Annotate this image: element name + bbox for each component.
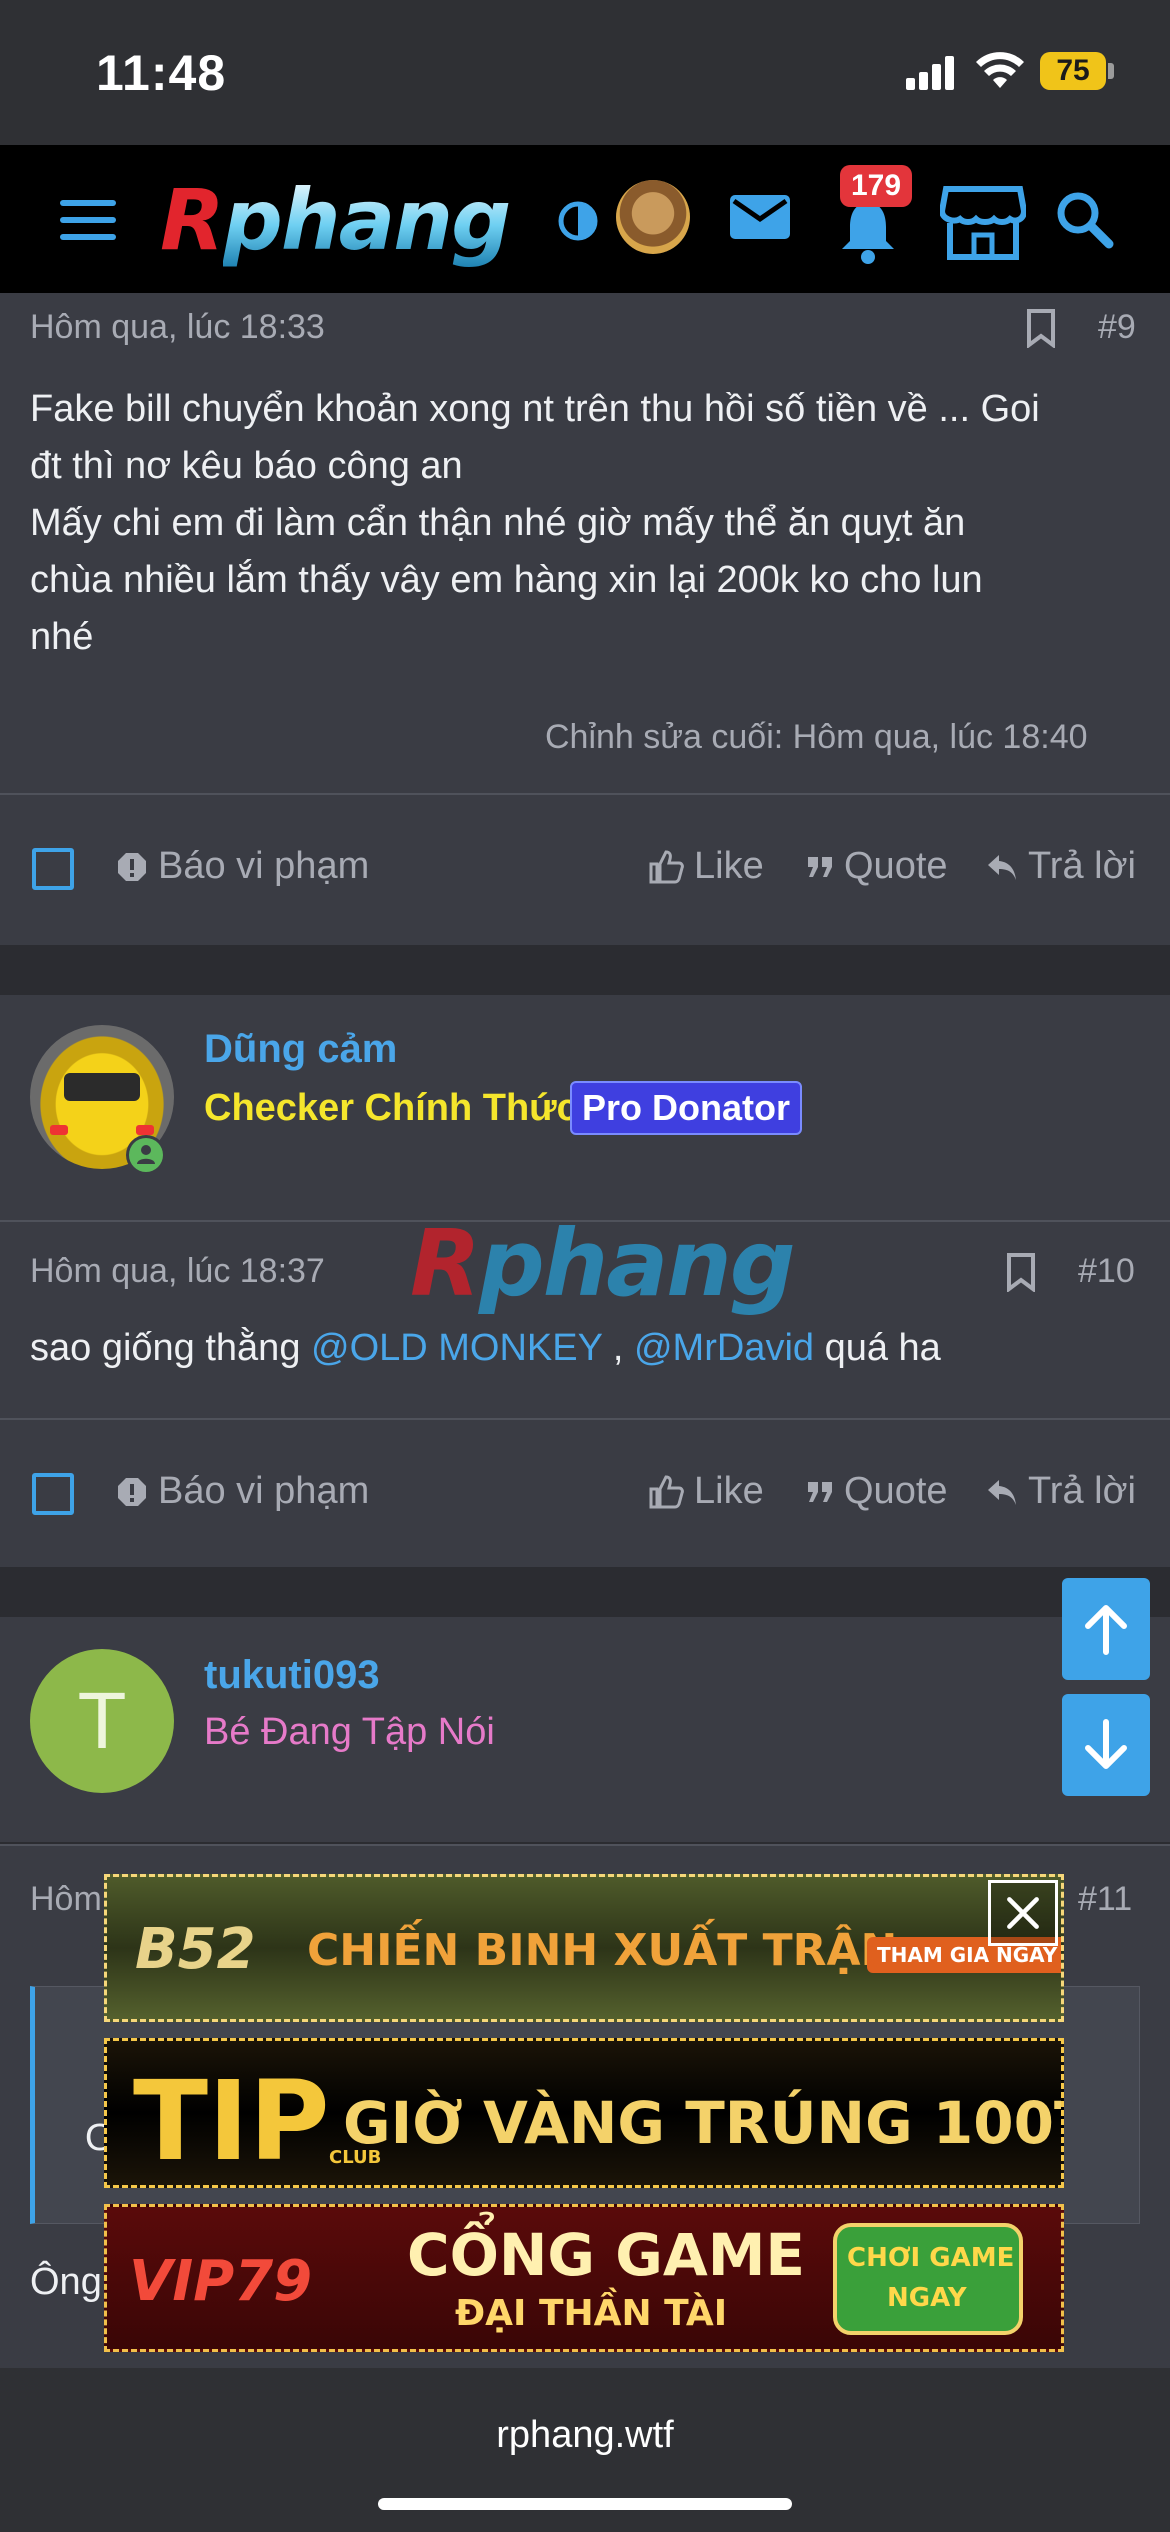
reply-button[interactable]: Trả lời — [986, 845, 1136, 888]
url-text[interactable]: rphang.wtf — [0, 2414, 1170, 2457]
arrow-down-icon — [1085, 1719, 1127, 1769]
report-icon — [118, 1477, 146, 1506]
quote-icon — [808, 856, 832, 877]
site-header: Rphang 179 — [0, 145, 1170, 293]
author-name[interactable]: tukuti093 — [204, 1653, 380, 1698]
ad-banner-b52[interactable]: B52 CHIẾN BINH XUẤT TRẬN THAM GIA NGAY — [104, 1874, 1064, 2022]
post-timestamp[interactable]: Hôm qua, lúc 18:33 — [30, 308, 325, 347]
ad-headline: GIỜ VÀNG TRÚNG 100TR — [343, 2089, 1064, 2157]
quote-icon — [808, 1481, 832, 1502]
site-watermark: Rphang — [410, 1210, 796, 1317]
post-body: Ông — [30, 2261, 102, 2303]
post-10-author: Dũng cảm Checker Chính Thức Pro Donator — [0, 995, 1170, 1220]
select-checkbox[interactable] — [32, 848, 74, 890]
thumbs-up-icon — [649, 849, 684, 883]
notification-badge: 179 — [840, 165, 912, 207]
bookmark-icon[interactable] — [1026, 308, 1056, 348]
post-actions: Báo vi phạm Like Quote Trả lời — [0, 795, 1170, 943]
ad-banner-vip79[interactable]: VIP79 CỔNG GAME ĐẠI THẦN TÀI CHƠI GAME N… — [104, 2204, 1064, 2352]
arrow-up-icon — [1085, 1605, 1127, 1655]
battery-tip — [1108, 63, 1114, 79]
ad-banner-tip[interactable]: TIP CLUB GIỜ VÀNG TRÚNG 100TR — [104, 2038, 1064, 2188]
post-timestamp[interactable]: Hôm — [30, 1880, 102, 1919]
post-body: Fake bill chuyển khoản xong nt trên thu … — [30, 388, 1040, 658]
ad-headline: CHIẾN BINH XUẤT TRẬN — [307, 1925, 898, 1976]
ad-brand: VIP79 — [129, 2249, 313, 2314]
user-title: Checker Chính Thức — [204, 1087, 578, 1129]
quote-button[interactable]: Quote — [806, 845, 948, 888]
site-logo[interactable]: Rphang — [160, 175, 511, 265]
select-checkbox[interactable] — [32, 1473, 74, 1515]
author-name[interactable]: Dũng cảm — [204, 1027, 397, 1072]
cellular-signal-icon — [906, 54, 962, 90]
report-button[interactable]: Báo vi phạm — [116, 845, 369, 888]
reply-icon — [988, 1479, 1016, 1505]
ad-close-button[interactable] — [988, 1880, 1058, 1946]
scroll-down-button[interactable] — [1062, 1694, 1150, 1796]
post-9: Hôm qua, lúc 18:33 #9 Fake bill chuyển k… — [0, 293, 1170, 945]
close-icon — [1007, 1897, 1039, 1929]
browser-address-bar: rphang.wtf — [0, 2368, 1170, 2532]
pro-donator-badge: Pro Donator — [570, 1081, 803, 1135]
bell-icon[interactable] — [838, 197, 898, 265]
home-indicator[interactable] — [378, 2498, 792, 2510]
menu-icon[interactable] — [60, 200, 116, 240]
mail-icon[interactable] — [728, 191, 792, 243]
mention-link[interactable]: @OLD MONKEY — [311, 1327, 602, 1369]
reply-button[interactable]: Trả lời — [986, 1470, 1136, 1513]
quote-button[interactable]: Quote — [806, 1470, 948, 1513]
status-bar: 11:48 75 — [0, 0, 1170, 145]
status-time: 11:48 — [96, 45, 227, 101]
search-icon[interactable] — [1054, 189, 1114, 249]
reply-icon — [988, 854, 1016, 880]
post-number[interactable]: #9 — [1098, 308, 1136, 347]
online-status-icon — [126, 1135, 166, 1175]
report-button[interactable]: Báo vi phạm — [116, 1470, 369, 1513]
user-avatar[interactable] — [616, 180, 690, 254]
author-avatar[interactable]: T — [30, 1649, 174, 1793]
ad-brand: B52 — [135, 1917, 256, 1982]
like-button[interactable]: Like — [648, 845, 764, 888]
post-11-author: T tukuti093 Bé Đang Tập Nói — [0, 1617, 1170, 1842]
thumbs-up-icon — [649, 1474, 684, 1508]
like-button[interactable]: Like — [648, 1470, 764, 1513]
post-body: sao giống thằng @OLD MONKEY , @MrDavid q… — [30, 1327, 941, 1369]
last-edited: Chỉnh sửa cuối: Hôm qua, lúc 18:40 — [545, 718, 1088, 756]
store-icon[interactable] — [940, 185, 1026, 261]
user-title: Bé Đang Tập Nói — [204, 1711, 495, 1753]
bookmark-icon[interactable] — [1006, 1252, 1036, 1292]
ad-headline: ĐẠI THẦN TÀI — [455, 2293, 728, 2334]
report-icon — [118, 852, 146, 881]
post-number[interactable]: #10 — [1078, 1252, 1135, 1291]
post-actions: Báo vi phạm Like Quote Trả lời — [0, 1420, 1170, 1568]
scroll-up-button[interactable] — [1062, 1578, 1150, 1680]
mention-link[interactable]: @MrDavid — [634, 1327, 814, 1369]
post-number[interactable]: #11 — [1078, 1880, 1132, 1919]
ad-headline: CỔNG GAME — [407, 2221, 806, 2289]
theme-toggle-icon[interactable] — [556, 199, 600, 243]
battery-icon: 75 — [1040, 52, 1106, 90]
ad-cta-button: CHƠI GAME NGAY — [833, 2223, 1023, 2335]
wifi-icon — [976, 52, 1024, 88]
post-timestamp[interactable]: Hôm qua, lúc 18:37 — [30, 1252, 325, 1291]
ad-brand: TIP — [133, 2057, 330, 2185]
